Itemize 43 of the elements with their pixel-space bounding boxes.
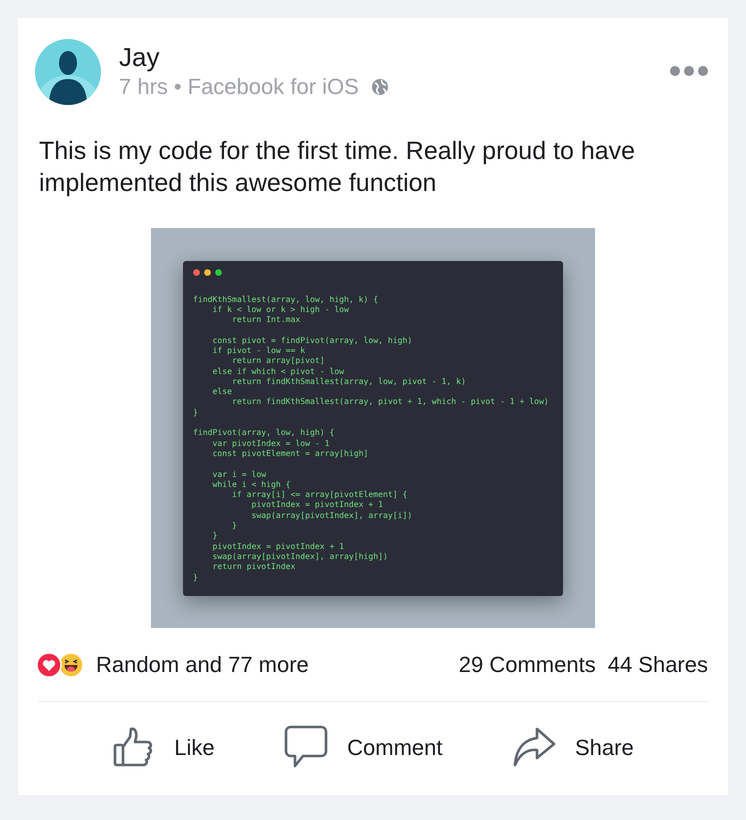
author-name[interactable]: Jay xyxy=(119,41,160,73)
code-line: findPivot(array, low, high) { xyxy=(193,427,334,438)
window-controls-icon xyxy=(193,268,223,276)
heart-reaction-icon xyxy=(36,652,62,678)
share-button[interactable]: Share xyxy=(511,725,634,769)
code-line: return findKthSmallest(array, pivot + 1, which - pivot - 1 + low) xyxy=(230,396,549,407)
code-line: var i = low xyxy=(211,468,266,479)
laughing-face-icon xyxy=(58,652,84,678)
code-line: } xyxy=(211,530,218,541)
code-line: else if which < pivot - low xyxy=(211,366,344,376)
post-text: This is my code for the first time. Really proud to have implemented this awesome function xyxy=(39,136,636,199)
code-line: if array[i] <= array[pivotElement] { xyxy=(230,489,408,500)
code-line: return pivotIndex xyxy=(211,561,296,572)
code-line: const pivot = findPivot(array, low, high) xyxy=(211,334,412,345)
code-line: var pivotIndex = low - 1 xyxy=(211,438,330,448)
code-line: if pivot - low == k xyxy=(211,344,306,356)
code-line: } xyxy=(193,572,198,582)
post-time: 7 hrs xyxy=(119,73,168,101)
reaction-summary[interactable]: Random and 77 more xyxy=(96,648,309,681)
code-line: pivotIndex = pivotIndex + 1 xyxy=(211,540,344,551)
code-line: return findKthSmallest(array, low, pivot - 1, k) xyxy=(232,376,466,386)
code-line: findKthSmallest(array, low, high, k) { xyxy=(193,294,378,304)
code-line: if k < low or k > high - low xyxy=(212,304,349,314)
separator-dot: • xyxy=(174,73,182,101)
code-line: swap(array[pivotIndex], array[high]) xyxy=(211,550,388,562)
code-line: } xyxy=(193,406,198,418)
share-count[interactable]: 44 Shares xyxy=(608,648,708,681)
comment-button[interactable]: Comment xyxy=(283,724,442,770)
code-line: swap(array[pivotIndex], array[i]) xyxy=(250,510,412,520)
code-line: pivotIndex = pivotIndex + 1 xyxy=(250,499,384,510)
code-line: const pivotElement = array[high] xyxy=(211,448,368,458)
code-line: } xyxy=(230,520,237,530)
speech-bubble-icon xyxy=(283,724,330,770)
code-line: else xyxy=(211,386,232,396)
code-line: return Int.max xyxy=(230,314,300,324)
more-options-icon[interactable] xyxy=(669,65,709,77)
code-line: while i < high { xyxy=(211,478,290,490)
comment-count[interactable]: 29 Comments xyxy=(458,648,596,681)
post-source: Facebook for iOS xyxy=(188,73,359,101)
like-button[interactable]: Like xyxy=(112,725,215,769)
share-arrow-icon xyxy=(511,725,557,769)
globe-icon xyxy=(370,78,389,96)
code-line: return array[pivot] xyxy=(230,355,325,366)
